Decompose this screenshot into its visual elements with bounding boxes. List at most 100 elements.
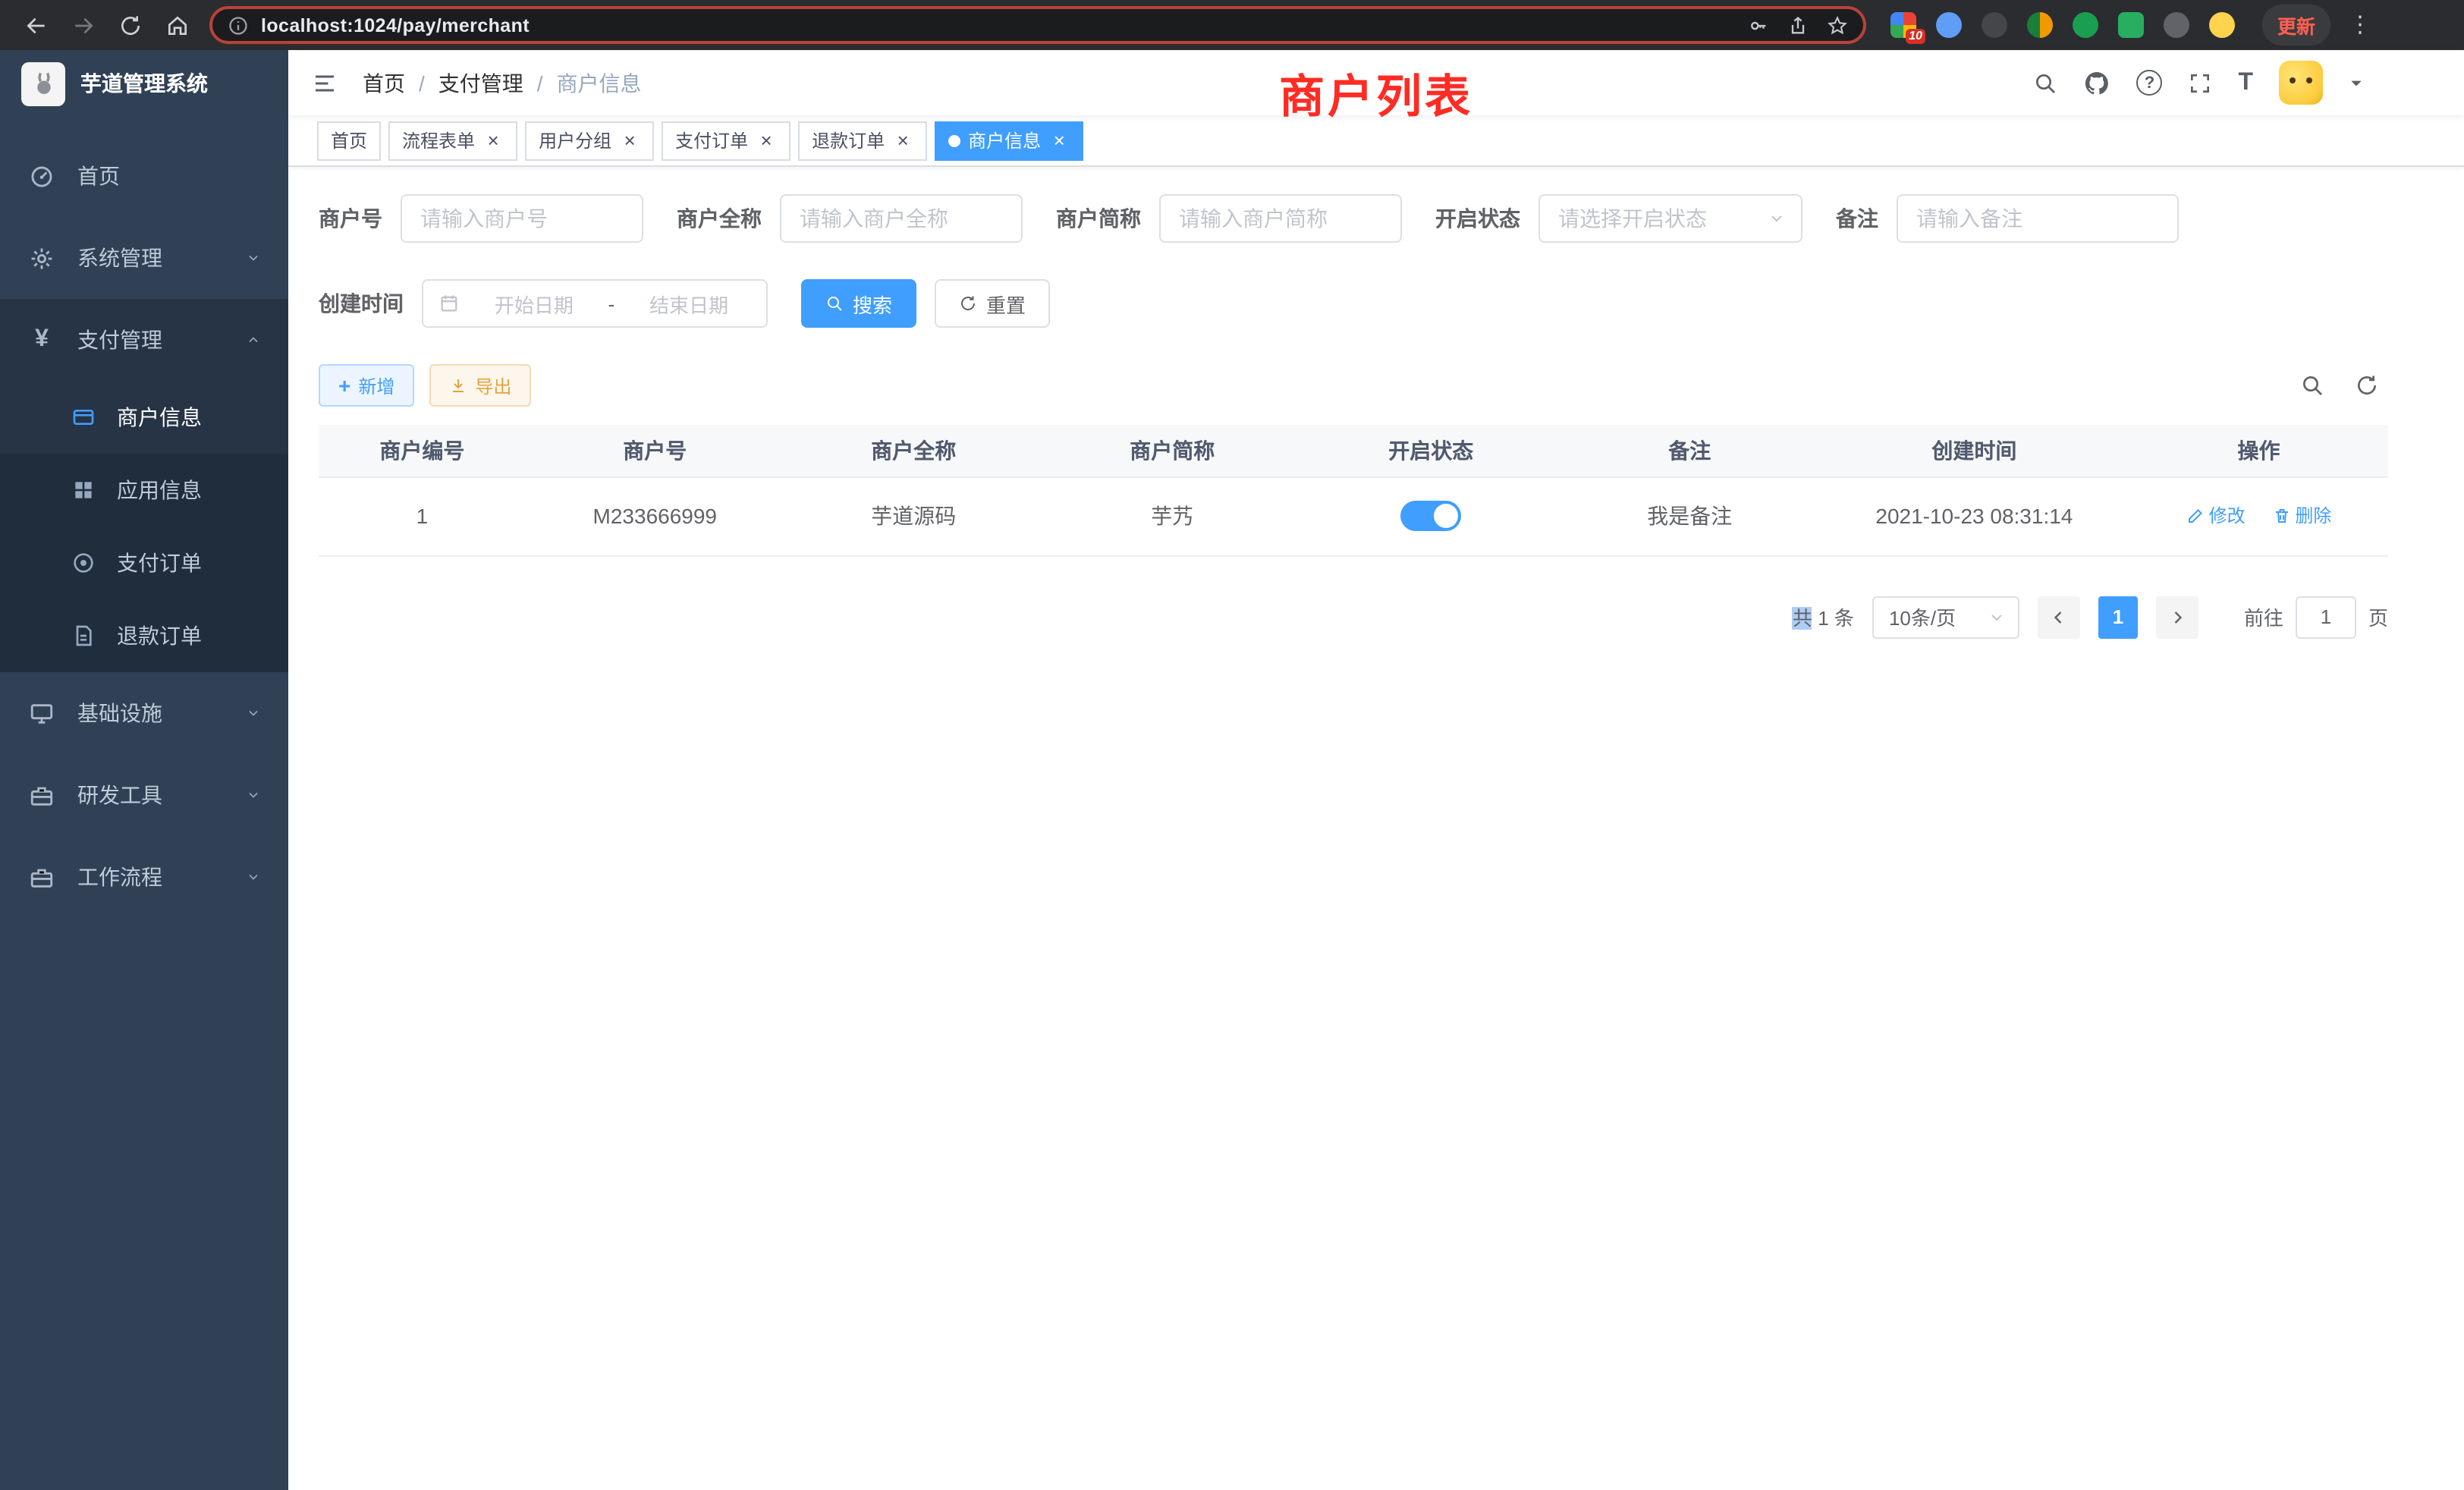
tab-label: 商户信息 bbox=[968, 127, 1041, 153]
extension-icon-4[interactable] bbox=[2027, 12, 2053, 38]
sidebar-item-payment[interactable]: ¥ 支付管理 bbox=[0, 299, 288, 381]
pagination-goto: 前往 页 bbox=[2244, 596, 2388, 638]
browser-back-icon[interactable] bbox=[15, 5, 56, 46]
sidebar-item-system[interactable]: 系统管理 bbox=[0, 217, 288, 299]
remark-input[interactable] bbox=[1897, 194, 2179, 243]
site-info-icon[interactable] bbox=[228, 14, 249, 36]
tab-label: 流程表单 bbox=[402, 127, 475, 153]
extension-icon-1[interactable]: 10 bbox=[1890, 12, 1916, 38]
full-name-input[interactable] bbox=[780, 194, 1023, 243]
select-placeholder: 请选择开启状态 bbox=[1558, 203, 1707, 234]
reset-button[interactable]: 重置 bbox=[935, 279, 1050, 328]
extension-icon-8[interactable] bbox=[2209, 12, 2235, 38]
page-number-1[interactable]: 1 bbox=[2098, 596, 2138, 638]
tab-process-form[interactable]: 流程表单 × bbox=[388, 121, 517, 160]
toolbox-icon bbox=[29, 864, 55, 890]
extension-icon-6[interactable] bbox=[2118, 12, 2144, 38]
next-page-button[interactable] bbox=[2156, 596, 2198, 638]
close-icon[interactable]: × bbox=[892, 130, 913, 151]
table-row: 1 M233666999 芋道源码 芋艿 我是备注 2021-10-23 08:… bbox=[319, 476, 2388, 555]
sidebar-item-merchant-info[interactable]: 商户信息 bbox=[0, 381, 288, 454]
extension-icon-2[interactable] bbox=[1936, 12, 1962, 38]
cell-status bbox=[1302, 476, 1560, 555]
browser-update-button[interactable]: 更新 bbox=[2262, 5, 2330, 46]
search-button[interactable]: 搜索 bbox=[801, 279, 916, 328]
text-size-icon[interactable]: T bbox=[2238, 69, 2253, 96]
fullscreen-icon[interactable] bbox=[2188, 71, 2212, 95]
password-key-icon[interactable] bbox=[1748, 14, 1769, 36]
toolbox-icon bbox=[29, 782, 55, 808]
short-name-input[interactable] bbox=[1159, 194, 1402, 243]
breadcrumb-payment[interactable]: 支付管理 bbox=[438, 68, 523, 98]
sidebar-item-home[interactable]: 首页 bbox=[0, 135, 288, 217]
sidebar-item-label: 商户信息 bbox=[117, 402, 202, 432]
credit-card-icon bbox=[71, 405, 96, 429]
extension-icon-5[interactable] bbox=[2073, 12, 2098, 38]
browser-menu-icon[interactable]: ⋮ bbox=[2349, 14, 2371, 36]
chevron-down-icon bbox=[246, 706, 261, 721]
address-bar[interactable]: localhost:1024/pay/merchant bbox=[209, 6, 1866, 44]
reset-button-label: 重置 bbox=[986, 289, 1026, 318]
bookmark-star-icon[interactable] bbox=[1827, 14, 1848, 36]
browser-reload-icon[interactable] bbox=[109, 5, 150, 46]
help-icon[interactable]: ? bbox=[2136, 70, 2162, 96]
prev-page-button[interactable] bbox=[2038, 596, 2080, 638]
sidebar-item-refund-orders[interactable]: 退款订单 bbox=[0, 599, 288, 672]
avatar-caret-icon[interactable] bbox=[2349, 75, 2364, 90]
tab-home[interactable]: 首页 bbox=[317, 121, 381, 160]
yen-icon: ¥ bbox=[29, 326, 55, 354]
sidebar-item-workflow[interactable]: 工作流程 bbox=[0, 836, 288, 918]
share-icon[interactable] bbox=[1787, 14, 1809, 36]
sidebar-item-infrastructure[interactable]: 基础设施 bbox=[0, 672, 288, 754]
goto-page-input[interactable] bbox=[2296, 596, 2356, 638]
close-icon[interactable]: × bbox=[619, 130, 640, 151]
chevron-down-icon bbox=[1988, 608, 2006, 626]
chevron-right-icon bbox=[2168, 608, 2186, 626]
merchant-no-input[interactable] bbox=[401, 194, 643, 243]
date-start-placeholder: 开始日期 bbox=[472, 289, 596, 318]
date-end-placeholder: 结束日期 bbox=[627, 289, 751, 318]
tab-merchant-info[interactable]: 商户信息 × bbox=[935, 121, 1083, 160]
active-dot bbox=[948, 134, 960, 146]
sidebar: 芋道管理系统 首页 系统管理 ¥ 支付管理 bbox=[0, 50, 288, 1490]
status-toggle[interactable] bbox=[1400, 501, 1461, 531]
breadcrumb-separator: / bbox=[419, 71, 425, 95]
delete-link[interactable]: 删除 bbox=[2272, 503, 2331, 529]
tab-pay-orders[interactable]: 支付订单 × bbox=[662, 121, 790, 160]
date-range-picker[interactable]: 开始日期 - 结束日期 bbox=[422, 279, 768, 328]
sidebar-logo[interactable]: 芋道管理系统 bbox=[0, 50, 288, 117]
extension-icon-3[interactable] bbox=[1982, 12, 2007, 38]
close-icon[interactable]: × bbox=[756, 130, 777, 151]
page-size-select[interactable]: 10条/页 bbox=[1872, 596, 2019, 638]
search-icon[interactable] bbox=[2033, 71, 2057, 95]
tab-refund-orders[interactable]: 退款订单 × bbox=[798, 121, 927, 160]
export-button[interactable]: 导出 bbox=[429, 364, 531, 407]
close-icon[interactable]: × bbox=[1048, 130, 1070, 151]
close-icon[interactable]: × bbox=[482, 130, 504, 151]
export-button-label: 导出 bbox=[475, 372, 511, 398]
show-search-icon[interactable] bbox=[2300, 373, 2324, 398]
hamburger-icon[interactable] bbox=[311, 69, 338, 96]
edit-link[interactable]: 修改 bbox=[2186, 503, 2246, 529]
sidebar-item-pay-orders[interactable]: 支付订单 bbox=[0, 527, 288, 599]
monitor-icon bbox=[29, 700, 55, 726]
filter-label: 创建时间 bbox=[319, 288, 404, 319]
search-button-label: 搜索 bbox=[853, 289, 892, 318]
col-actions: 操作 bbox=[2129, 425, 2388, 476]
extension-icon-7[interactable] bbox=[2164, 12, 2189, 38]
sidebar-item-app-info[interactable]: 应用信息 bbox=[0, 454, 288, 527]
filter-short-name: 商户简称 bbox=[1056, 194, 1402, 243]
sidebar-item-dev-tools[interactable]: 研发工具 bbox=[0, 754, 288, 836]
user-avatar[interactable] bbox=[2279, 61, 2323, 105]
tab-user-group[interactable]: 用户分组 × bbox=[525, 121, 654, 160]
sidebar-menu: 首页 系统管理 ¥ 支付管理 商户信息 bbox=[0, 117, 288, 1490]
edit-label: 修改 bbox=[2209, 503, 2246, 529]
refresh-table-icon[interactable] bbox=[2355, 373, 2379, 398]
add-button[interactable]: + 新增 bbox=[319, 364, 414, 407]
chevron-down-icon bbox=[246, 250, 261, 266]
browser-home-icon[interactable] bbox=[156, 5, 197, 46]
breadcrumb-home[interactable]: 首页 bbox=[363, 68, 405, 98]
github-icon[interactable] bbox=[2083, 69, 2110, 96]
status-select[interactable]: 请选择开启状态 bbox=[1538, 194, 1802, 243]
browser-forward-icon[interactable] bbox=[62, 5, 103, 46]
